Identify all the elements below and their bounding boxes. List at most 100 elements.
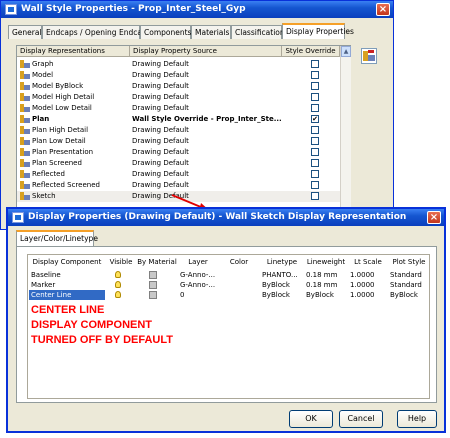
dialog-title-bar[interactable]: Display Properties (Drawing Default) - W… [8, 209, 444, 226]
tab-display-properties[interactable]: Display Properties [282, 23, 354, 39]
dialog-close-button[interactable]: × [427, 211, 441, 224]
representation-row[interactable]: Model Low Detail Drawing Default [17, 103, 340, 114]
representation-row[interactable]: Graph Drawing Default [17, 59, 340, 70]
layer-value[interactable]: G-Anno-... [180, 280, 218, 290]
property-source: Drawing Default [132, 82, 189, 90]
style-override-checkbox[interactable]: ✔ [311, 115, 319, 123]
scroll-up-button[interactable]: ▲ [341, 46, 351, 57]
style-override-checkbox[interactable] [311, 137, 319, 145]
display-manager-button[interactable] [361, 48, 377, 64]
column-header-style-override[interactable]: Style Override [282, 46, 340, 57]
display-rep-icon [20, 115, 30, 124]
representation-row[interactable]: Reflected Drawing Default [17, 169, 340, 180]
tab-layer-color-linetype[interactable]: Layer/Color/Linetype [16, 230, 98, 246]
lt-scale-value[interactable]: 1.0000 [350, 280, 388, 290]
tab-endcaps[interactable]: Endcaps / Opening Endcaps [42, 25, 151, 39]
dialog-title: Display Properties (Drawing Default) - W… [28, 212, 407, 222]
column-header-representations[interactable]: Display Representations [17, 46, 130, 57]
representation-row[interactable]: Plan Wall Style Override - Prop_Inter_Ste… [17, 114, 340, 125]
cancel-button[interactable]: Cancel [339, 410, 383, 428]
display-rep-icon [20, 192, 30, 201]
vertical-scrollbar[interactable]: ▲ [340, 46, 351, 230]
representation-row[interactable]: Plan High Detail Drawing Default [17, 125, 340, 136]
window-title: Wall Style Properties - Prop_Inter_Steel… [21, 4, 246, 14]
representation-name: Reflected [32, 170, 65, 178]
column-header-plot-style[interactable]: Plot Style [388, 256, 430, 268]
tab-materials[interactable]: Materials [191, 25, 231, 39]
annotation-line-3: TURNED OFF BY DEFAULT [31, 334, 173, 346]
column-header-visible[interactable]: Visible [106, 256, 136, 268]
style-override-checkbox[interactable] [311, 104, 319, 112]
component-name: Marker [31, 281, 56, 289]
lt-scale-value[interactable]: 1.0000 [350, 270, 388, 280]
by-material-checkbox[interactable] [149, 281, 157, 289]
close-button[interactable]: × [376, 3, 390, 16]
component-row[interactable]: Center Line0redByBlockByBlock1.0000ByBlo… [28, 290, 428, 300]
representation-row[interactable]: Model Drawing Default [17, 70, 340, 81]
representation-row[interactable]: Plan Screened Drawing Default [17, 158, 340, 169]
display-rep-icon [20, 71, 30, 80]
component-row[interactable]: MarkerG-Anno-...yellowByBlock0.18 mm1.00… [28, 280, 428, 290]
visible-bulb-icon[interactable] [115, 281, 121, 288]
style-override-checkbox[interactable] [311, 60, 319, 68]
representation-name: Sketch [32, 192, 56, 200]
style-override-checkbox[interactable] [311, 181, 319, 189]
tab-components[interactable]: Components [140, 25, 191, 39]
representation-row[interactable]: Plan Low Detail Drawing Default [17, 136, 340, 147]
plot-style-value[interactable]: ByBlock [390, 290, 430, 300]
style-override-checkbox[interactable] [311, 126, 319, 134]
style-override-checkbox[interactable] [311, 93, 319, 101]
linetype-value[interactable]: ByBlock [262, 280, 304, 290]
help-button[interactable]: Help [397, 410, 437, 428]
style-override-checkbox[interactable] [311, 148, 319, 156]
tab-general[interactable]: General [8, 25, 42, 39]
representation-name: Reflected Screened [32, 181, 100, 189]
representation-row[interactable]: Model High Detail Drawing Default [17, 92, 340, 103]
column-header-lineweight[interactable]: Lineweight [304, 256, 348, 268]
column-header-by-material[interactable]: By Material [136, 256, 178, 268]
representation-row[interactable]: Model ByBlock Drawing Default [17, 81, 340, 92]
window-title-bar[interactable]: Wall Style Properties - Prop_Inter_Steel… [1, 1, 393, 18]
display-rep-icon [20, 181, 30, 190]
column-header-color[interactable]: Color [218, 256, 260, 268]
layer-value[interactable]: G-Anno-... [180, 270, 218, 280]
column-header-linetype[interactable]: Linetype [260, 256, 304, 268]
property-source: Drawing Default [132, 104, 189, 112]
display-rep-icon [20, 159, 30, 168]
style-override-checkbox[interactable] [311, 159, 319, 167]
by-material-checkbox[interactable] [149, 271, 157, 279]
lineweight-value[interactable]: 0.18 mm [306, 270, 348, 280]
column-header-lt-scale[interactable]: Lt Scale [348, 256, 388, 268]
by-material-checkbox[interactable] [149, 291, 157, 299]
style-override-checkbox[interactable] [311, 71, 319, 79]
linetype-value[interactable]: PHANTO... [262, 270, 304, 280]
visible-bulb-icon[interactable] [115, 291, 121, 298]
component-name: Center Line [29, 290, 105, 300]
plot-style-value[interactable]: Standard [390, 270, 430, 280]
lineweight-value[interactable]: ByBlock [306, 290, 348, 300]
linetype-value[interactable]: ByBlock [262, 290, 304, 300]
display-manager-icon [363, 50, 375, 61]
property-source: Drawing Default [132, 60, 189, 68]
column-header-component[interactable]: Display Component [28, 256, 106, 268]
layer-value[interactable]: 0 [180, 290, 218, 300]
tab-classifications[interactable]: Classifications [231, 25, 289, 39]
lt-scale-value[interactable]: 1.0000 [350, 290, 388, 300]
dialog-app-icon [12, 212, 24, 223]
column-header-layer[interactable]: Layer [178, 256, 218, 268]
lineweight-value[interactable]: 0.18 mm [306, 280, 348, 290]
style-override-checkbox[interactable] [311, 170, 319, 178]
visible-bulb-icon[interactable] [115, 271, 121, 278]
representation-name: Plan Screened [32, 159, 82, 167]
ok-button[interactable]: OK [289, 410, 333, 428]
column-header-source[interactable]: Display Property Source [130, 46, 282, 57]
style-override-checkbox[interactable] [311, 82, 319, 90]
plot-style-value[interactable]: Standard [390, 280, 430, 290]
representation-row[interactable]: Plan Presentation Drawing Default [17, 147, 340, 158]
style-override-checkbox[interactable] [311, 192, 319, 200]
property-source: Drawing Default [132, 137, 189, 145]
display-rep-icon [20, 93, 30, 102]
display-properties-dialog: Display Properties (Drawing Default) - W… [6, 207, 446, 433]
property-source: Drawing Default [132, 159, 189, 167]
component-row[interactable]: BaselineG-Anno-...160PHANTO...0.18 mm1.0… [28, 270, 428, 280]
